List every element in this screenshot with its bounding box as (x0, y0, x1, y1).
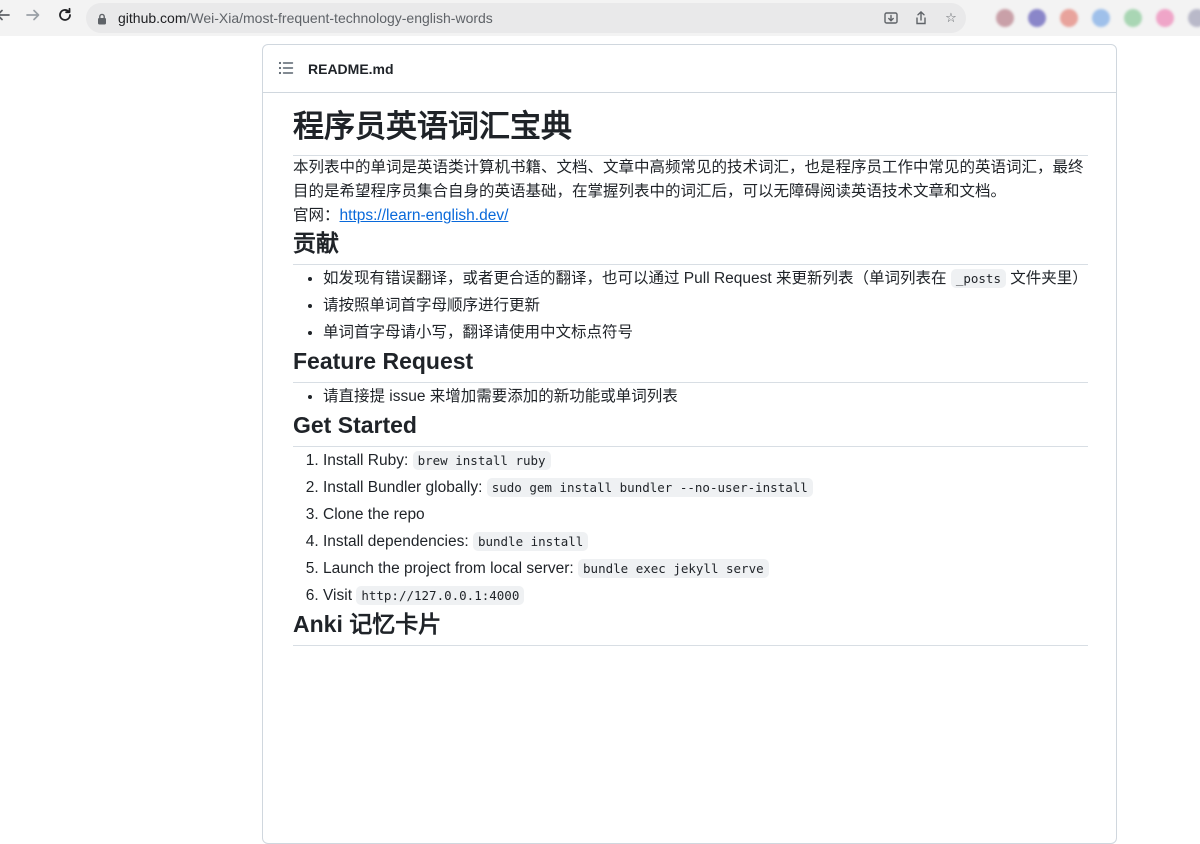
extension-icon[interactable] (1092, 9, 1110, 27)
url-path: /Wei-Xia/most-frequent-technology-englis… (186, 10, 493, 26)
feature-request-heading: Feature Request (293, 346, 1088, 383)
forward-button[interactable] (22, 6, 44, 28)
step-code: sudo gem install bundler --no-user-insta… (486, 478, 813, 497)
arrow-right-icon (25, 7, 41, 28)
reload-icon (57, 7, 73, 28)
step-text: Launch the project from local server: (323, 560, 579, 577)
anki-heading: Anki 记忆卡片 (293, 609, 1088, 646)
step-code: http://127.0.0.1:4000 (356, 586, 525, 605)
extension-icon[interactable] (996, 9, 1014, 27)
official-site-link[interactable]: https://learn-english.dev/ (340, 207, 509, 224)
step-item: Launch the project from local server: bu… (323, 555, 1088, 582)
extension-icon[interactable] (1124, 9, 1142, 27)
get-started-heading: Get Started (293, 410, 1088, 447)
step-code: bundle exec jekyll serve (578, 559, 769, 578)
get-started-steps: Install Ruby: brew install ruby Install … (293, 447, 1088, 609)
posts-folder-code: _posts (950, 269, 1006, 288)
readme-header: README.md (263, 45, 1116, 93)
official-site-label: 官网： (293, 207, 340, 224)
step-code: brew install ruby (412, 451, 551, 470)
extension-icon[interactable] (1156, 9, 1174, 27)
contribute-item1-text: 如发现有错误翻译，或者更合适的翻译，也可以通过 Pull Request 来更新… (323, 270, 951, 287)
bookmark-star-icon[interactable]: ☆ (936, 3, 966, 33)
table-of-contents-icon[interactable] (278, 61, 294, 80)
readme-filename: README.md (308, 61, 394, 77)
arrow-left-icon (0, 7, 11, 28)
url-host: github.com (118, 10, 187, 26)
share-icon[interactable] (906, 3, 936, 33)
extension-icon[interactable] (1028, 9, 1046, 27)
official-site-line: 官网：https://learn-english.dev/ (293, 204, 1088, 228)
extension-icon[interactable] (1060, 9, 1078, 27)
step-code: bundle install (472, 532, 589, 551)
install-app-icon[interactable] (876, 3, 906, 33)
list-item: 请直接提 issue 来增加需要添加的新功能或单词列表 (323, 383, 1088, 410)
step-item: Clone the repo (323, 501, 1088, 528)
step-text: Install Ruby: (323, 452, 413, 469)
reload-button[interactable] (54, 6, 76, 28)
step-text: Install dependencies: (323, 533, 473, 550)
list-item: 请按照单词首字母顺序进行更新 (323, 292, 1088, 319)
step-text: Visit (323, 587, 357, 604)
url-text: github.com/Wei-Xia/most-frequent-technol… (118, 10, 493, 26)
readme-panel: README.md 程序员英语词汇宝典 本列表中的单词是英语类计算机书籍、文档、… (262, 44, 1117, 844)
back-button[interactable] (0, 6, 14, 28)
extension-icon[interactable] (1188, 9, 1200, 27)
step-text: Install Bundler globally: (323, 479, 487, 496)
contribute-heading: 贡献 (293, 228, 1088, 265)
contribute-list: 如发现有错误翻译，或者更合适的翻译，也可以通过 Pull Request 来更新… (293, 265, 1088, 346)
site-info-icon[interactable] (97, 12, 107, 30)
step-item: Install Ruby: brew install ruby (323, 447, 1088, 474)
markdown-body: 程序员英语词汇宝典 本列表中的单词是英语类计算机书籍、文档、文章中高频常见的技术… (293, 107, 1088, 646)
step-item: Install Bundler globally: sudo gem insta… (323, 474, 1088, 501)
list-item: 单词首字母请小写，翻译请使用中文标点符号 (323, 319, 1088, 346)
step-item: Install dependencies: bundle install (323, 528, 1088, 555)
page-title: 程序员英语词汇宝典 (293, 107, 1088, 156)
address-bar[interactable]: github.com/Wei-Xia/most-frequent-technol… (86, 3, 966, 33)
list-item: 如发现有错误翻译，或者更合适的翻译，也可以通过 Pull Request 来更新… (323, 265, 1088, 292)
browser-toolbar: github.com/Wei-Xia/most-frequent-technol… (0, 0, 1200, 36)
feature-request-list: 请直接提 issue 来增加需要添加的新功能或单词列表 (293, 383, 1088, 410)
contribute-item1-suffix: 文件夹里） (1005, 270, 1088, 287)
step-item: Visit http://127.0.0.1:4000 (323, 582, 1088, 609)
intro-paragraph: 本列表中的单词是英语类计算机书籍、文档、文章中高频常见的技术词汇，也是程序员工作… (293, 159, 1084, 200)
step-text: Clone the repo (323, 506, 425, 523)
